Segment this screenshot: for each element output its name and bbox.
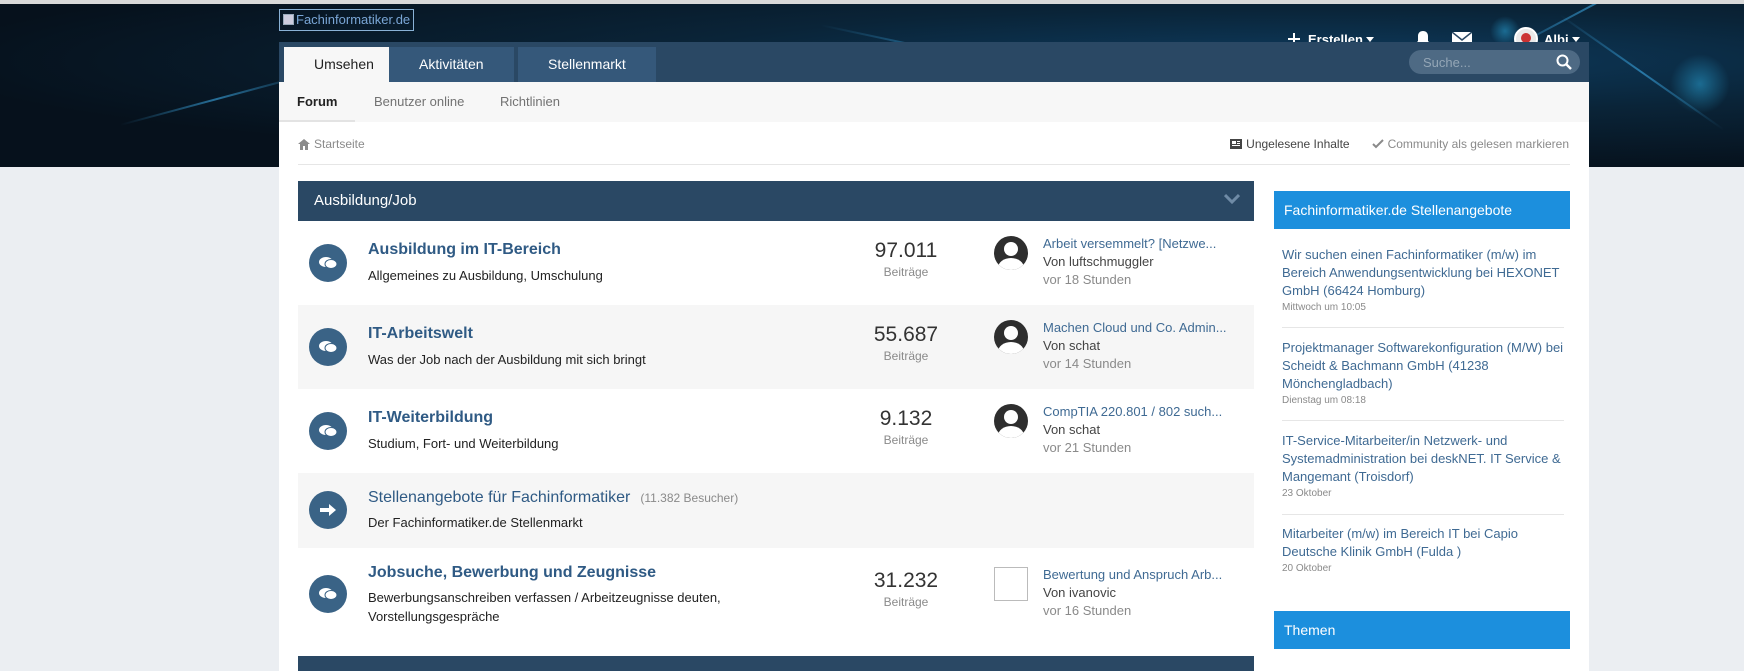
- breadcrumb-actions: Ungelesene Inhalte Community als gelesen…: [1230, 137, 1569, 151]
- broken-image-icon: [283, 14, 294, 25]
- last-post-time: vor 21 Stunden: [1043, 440, 1132, 455]
- post-count: 31.232: [873, 569, 939, 592]
- subtab-richtlinien[interactable]: Richtlinien: [500, 82, 560, 122]
- forum-description: Der Fachinformatiker.de Stellenmarkt: [368, 515, 583, 530]
- job-date: 23 Oktober: [1282, 488, 1332, 499]
- forum-stats: 97.011 Beiträge: [856, 239, 956, 279]
- post-count: 97.011: [874, 239, 938, 262]
- job-title-link[interactable]: Mitarbeiter (m/w) im Bereich IT bei Capi…: [1282, 525, 1564, 561]
- tab-aktivitaeten[interactable]: Aktivitäten: [389, 47, 514, 82]
- forum-row: Stellenangebote für Fachinformatiker (11.…: [298, 473, 1254, 548]
- last-post-title[interactable]: CompTIA 220.801 / 802 such...: [1043, 403, 1253, 421]
- search-box: [1409, 50, 1580, 74]
- forum-row: IT-Arbeitswelt Was der Job nach der Ausb…: [298, 305, 1254, 389]
- post-count: 9.132: [879, 407, 933, 430]
- last-post-title[interactable]: Arbeit versemmelt? [Netzwe...: [1043, 235, 1253, 253]
- forum-title[interactable]: IT-Arbeitswelt: [368, 325, 473, 343]
- subtab-forum[interactable]: Forum: [279, 82, 356, 122]
- forum-title[interactable]: IT-Weiterbildung: [368, 409, 493, 427]
- forum-title[interactable]: Stellenangebote für Fachinformatiker (11.…: [368, 489, 738, 507]
- forum-title[interactable]: Jobsuche, Bewerbung und Zeugnisse: [368, 564, 656, 582]
- jobs-widget-title: Fachinformatiker.de Stellenangebote: [1274, 191, 1570, 229]
- avatar[interactable]: [994, 236, 1028, 270]
- job-date: Dienstag um 08:18: [1282, 395, 1366, 406]
- forum-comments-icon: [309, 328, 347, 366]
- arrow-right-icon: [320, 504, 336, 516]
- last-post-time: vor 18 Stunden: [1043, 272, 1132, 287]
- job-listing: IT-Service-Mitarbeiter/in Netzwerk- und …: [1282, 432, 1564, 499]
- last-post: CompTIA 220.801 / 802 such... Von schat …: [1043, 403, 1253, 457]
- last-post: Arbeit versemmelt? [Netzwe... Von luftsc…: [1043, 235, 1253, 289]
- post-count-label: Beiträge: [883, 433, 929, 447]
- category-title[interactable]: Ausbildung/Job: [314, 192, 417, 209]
- last-post-author[interactable]: Von luftschmuggler: [1043, 253, 1253, 271]
- job-listing: Wir suchen einen Fachinformatiker (m/w) …: [1282, 246, 1564, 313]
- tab-stellenmarkt[interactable]: Stellenmarkt: [518, 47, 656, 82]
- job-title-link[interactable]: IT-Service-Mitarbeiter/in Netzwerk- und …: [1282, 432, 1564, 486]
- unread-content-link[interactable]: Ungelesene Inhalte: [1230, 137, 1350, 151]
- last-post-author[interactable]: Von ivanovic: [1043, 584, 1253, 602]
- forum-redirect-icon: [309, 491, 347, 529]
- forum-description: Allgemeines zu Ausbildung, Umschulung: [368, 268, 603, 283]
- job-date: Mittwoch um 10:05: [1282, 302, 1366, 313]
- job-listing: Mitarbeiter (m/w) im Bereich IT bei Capi…: [1282, 525, 1564, 574]
- forum-row: Jobsuche, Bewerbung und Zeugnisse Bewerb…: [298, 548, 1254, 656]
- avatar[interactable]: [994, 567, 1028, 601]
- forum-stats: 55.687 Beiträge: [856, 323, 956, 363]
- search-icon[interactable]: [1556, 54, 1572, 70]
- post-count-label: Beiträge: [883, 265, 929, 279]
- job-date: 20 Oktober: [1282, 563, 1332, 574]
- subtab-benutzer-online[interactable]: Benutzer online: [374, 82, 464, 122]
- divider: [298, 164, 1570, 165]
- category-header: [298, 656, 1254, 671]
- forum-stats: 9.132 Beiträge: [856, 407, 956, 447]
- last-post-time: vor 16 Stunden: [1043, 603, 1132, 618]
- forum-row: Ausbildung im IT-Bereich Allgemeines zu …: [298, 221, 1254, 305]
- post-count: 55.687: [873, 323, 939, 346]
- forum-title[interactable]: Ausbildung im IT-Bereich: [368, 241, 561, 259]
- forum-comments-icon: [309, 244, 347, 282]
- category-header: Ausbildung/Job: [298, 181, 1254, 221]
- forum-row: IT-Weiterbildung Studium, Fort- und Weit…: [298, 389, 1254, 473]
- forum-description: Bewerbungsanschreiben verfassen / Arbeit…: [368, 590, 721, 624]
- site-logo[interactable]: Fachinformatiker.de: [279, 9, 414, 31]
- home-icon: [298, 138, 310, 150]
- topics-widget-title: Themen: [1274, 611, 1570, 649]
- forum-description: Studium, Fort- und Weiterbildung: [368, 436, 559, 451]
- main-navbar: Umsehen Aktivitäten Stellenmarkt: [279, 42, 1589, 82]
- chevron-down-icon: [1571, 36, 1580, 42]
- search-input[interactable]: [1409, 50, 1539, 74]
- forum-description: Was der Job nach der Ausbildung mit sich…: [368, 352, 646, 367]
- tab-umsehen[interactable]: Umsehen: [284, 47, 404, 82]
- last-post-author[interactable]: Von schat: [1043, 421, 1253, 439]
- visitor-count: (11.382 Besucher): [640, 491, 739, 505]
- job-listing: Projektmanager Softwarekonfiguration (M/…: [1282, 339, 1564, 406]
- last-post-title[interactable]: Machen Cloud und Co. Admin...: [1043, 319, 1253, 337]
- newspaper-icon: [1230, 139, 1243, 149]
- mark-community-read-link[interactable]: Community als gelesen markieren: [1371, 137, 1569, 151]
- job-title-link[interactable]: Projektmanager Softwarekonfiguration (M/…: [1282, 339, 1564, 393]
- post-count-label: Beiträge: [883, 595, 929, 609]
- last-post-author[interactable]: Von schat: [1043, 337, 1253, 355]
- checkmark-icon: [1371, 139, 1384, 149]
- chevron-down-icon[interactable]: [1224, 193, 1240, 205]
- divider: [1282, 420, 1564, 421]
- last-post-time: vor 14 Stunden: [1043, 356, 1132, 371]
- forum-comments-icon: [309, 412, 347, 450]
- last-post-title[interactable]: Bewertung und Anspruch Arb...: [1043, 566, 1253, 584]
- last-post: Machen Cloud und Co. Admin... Von schat …: [1043, 319, 1253, 373]
- last-post: Bewertung und Anspruch Arb... Von ivanov…: [1043, 566, 1253, 620]
- sub-navbar: Forum Benutzer online Richtlinien: [279, 82, 1589, 122]
- divider: [1282, 514, 1564, 515]
- breadcrumb-home[interactable]: Startseite: [314, 137, 365, 151]
- job-title-link[interactable]: Wir suchen einen Fachinformatiker (m/w) …: [1282, 246, 1564, 300]
- avatar[interactable]: [994, 320, 1028, 354]
- forum-comments-icon: [309, 575, 347, 613]
- breadcrumb: Startseite: [298, 137, 365, 151]
- forum-stats: 31.232 Beiträge: [856, 569, 956, 609]
- avatar[interactable]: [994, 404, 1028, 438]
- chevron-down-icon: [1365, 36, 1374, 42]
- divider: [1282, 327, 1564, 328]
- post-count-label: Beiträge: [883, 349, 929, 363]
